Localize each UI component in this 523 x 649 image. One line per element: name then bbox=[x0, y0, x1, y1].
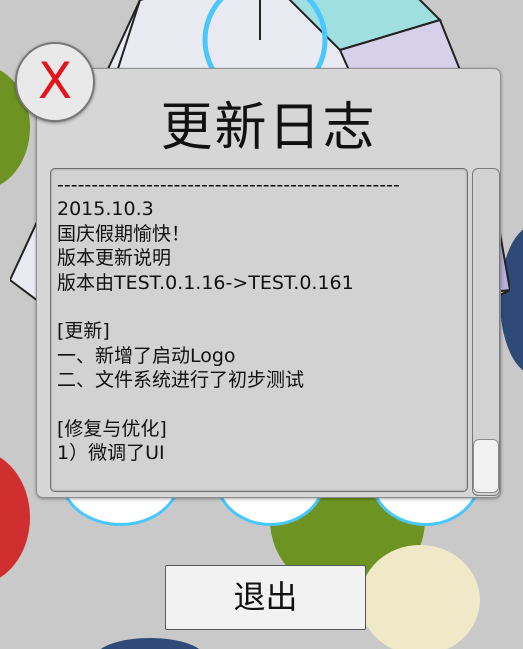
update-log-dialog: 更新日志 -----------------------------------… bbox=[36, 68, 501, 498]
log-text: ----------------------------------------… bbox=[57, 174, 400, 465]
vertical-scrollbar[interactable] bbox=[472, 168, 500, 496]
scrollbar-thumb[interactable] bbox=[473, 439, 499, 493]
close-button[interactable]: X bbox=[15, 42, 95, 122]
cream-circle-bottom bbox=[360, 545, 480, 649]
navy-circle-bottom bbox=[95, 638, 205, 649]
log-text-area[interactable]: ----------------------------------------… bbox=[50, 168, 468, 492]
close-icon: X bbox=[37, 52, 73, 110]
red-circle-left bbox=[0, 450, 30, 585]
dialog-title: 更新日志 bbox=[160, 98, 377, 158]
exit-button[interactable]: 退出 bbox=[165, 565, 366, 630]
